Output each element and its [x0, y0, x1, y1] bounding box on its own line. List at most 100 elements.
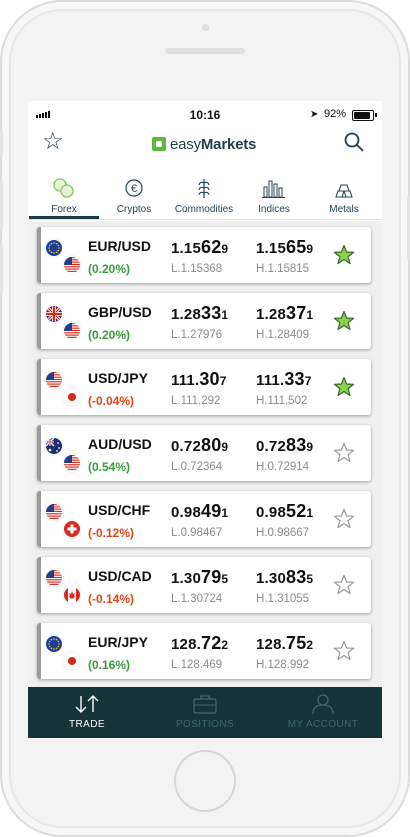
bid-price-fraction: 9: [221, 242, 229, 256]
ask-price-pips: 33: [284, 369, 305, 389]
favorite-star-outline-icon[interactable]: [333, 508, 355, 530]
nav-label: TRADE: [69, 719, 105, 730]
tab-metals[interactable]: Metals: [309, 167, 379, 219]
us-flag-icon: [46, 504, 62, 520]
day-high: H.111.502: [256, 395, 308, 407]
user-icon: [312, 694, 334, 715]
instrument-row[interactable]: USD/JPY (-0.04%) 111.307 111.337 L.111.292 H.…: [37, 359, 371, 415]
jp-flag-icon: [64, 389, 80, 405]
pair-name: USD/CAD: [88, 568, 152, 584]
bid-price[interactable]: 0.72809: [171, 435, 228, 456]
briefcase-icon: [193, 695, 217, 714]
us-flag-icon: [64, 257, 80, 273]
ask-price-fraction: 7: [304, 374, 312, 388]
ask-price[interactable]: 0.98521: [256, 501, 313, 522]
daily-change: (-0.14%): [88, 592, 135, 606]
ask-price-prefix: 1.30: [256, 570, 286, 587]
ask-price[interactable]: 111.337: [256, 369, 312, 390]
nav-my-account[interactable]: MY ACCOUNT: [264, 687, 382, 738]
ask-price-prefix: 111.: [256, 372, 285, 389]
nav-trade[interactable]: TRADE: [28, 687, 146, 738]
silent-switch: [0, 130, 3, 156]
ask-price[interactable]: 1.28371: [256, 303, 313, 324]
pair-name: EUR/USD: [88, 238, 152, 254]
home-button[interactable]: [174, 750, 236, 812]
ask-price-pips: 52: [286, 501, 307, 521]
daily-change: (-0.12%): [88, 526, 135, 540]
tab-label: Indices: [258, 204, 290, 215]
ask-price-fraction: 1: [306, 506, 314, 520]
bid-price-pips: 33: [201, 303, 222, 323]
tab-forex[interactable]: Forex: [29, 167, 99, 219]
ask-price[interactable]: 128.752: [256, 633, 313, 654]
favorite-star-filled-icon[interactable]: [333, 244, 355, 266]
instrument-row[interactable]: EUR/JPY (0.16%) 128.722 128.752 L.128.469 H.1…: [37, 623, 371, 679]
battery-icon: [352, 110, 377, 121]
favorite-star-outline-icon[interactable]: [333, 574, 355, 596]
eu-flag-icon: [46, 636, 62, 652]
bid-price[interactable]: 1.30795: [171, 567, 228, 588]
tab-commodities[interactable]: Commodities: [169, 167, 239, 219]
row-accent-bar: [37, 557, 41, 613]
day-low: L.1.15368: [171, 263, 223, 275]
bid-price-prefix: 128.: [171, 636, 201, 653]
ask-price[interactable]: 1.15659: [256, 237, 313, 258]
instrument-row[interactable]: USD/CAD (-0.14%) 1.30795 1.30835 L.1.30724 H.…: [37, 557, 371, 613]
ask-price-prefix: 0.72: [256, 438, 286, 455]
bid-price-fraction: 1: [221, 308, 229, 322]
tab-indices[interactable]: Indices: [239, 167, 309, 219]
ask-price-fraction: 1: [306, 308, 314, 322]
instrument-row[interactable]: EUR/USD (0.20%) 1.15629 1.15659 L.1.15368 H.1…: [37, 227, 371, 283]
bid-price[interactable]: 111.307: [171, 369, 227, 390]
gold-bars-icon: [335, 184, 353, 198]
category-tabs: Forex € Cryptos Commodities Indices Meta…: [28, 167, 382, 220]
nav-label: POSITIONS: [175, 719, 235, 730]
easymarkets-logo: easyMarkets: [152, 136, 256, 153]
favorite-star-outline-icon[interactable]: [333, 640, 355, 662]
bid-price-prefix: 1.28: [171, 306, 201, 323]
ask-price-pips: 83: [286, 567, 307, 587]
ask-price[interactable]: 0.72839: [256, 435, 313, 456]
bid-price[interactable]: 128.722: [171, 633, 228, 654]
volume-down-button: [0, 244, 3, 294]
phone-frame: 10:16 ➤ 92% ☆ easyMarkets Forex € Crypto…: [0, 0, 410, 837]
bid-price[interactable]: 1.15629: [171, 237, 228, 258]
logo-mark-icon: [152, 137, 166, 151]
nav-positions[interactable]: POSITIONS: [146, 687, 264, 738]
day-high: H.0.72914: [256, 461, 310, 473]
day-high: H.1.15815: [256, 263, 310, 275]
instrument-row[interactable]: USD/CHF (-0.12%) 0.98491 0.98521 L.0.98467 H.…: [37, 491, 371, 547]
us-flag-icon: [64, 323, 80, 339]
bid-price[interactable]: 0.98491: [171, 501, 228, 522]
bid-price-prefix: 1.30: [171, 570, 201, 587]
favorite-star-filled-icon[interactable]: [333, 376, 355, 398]
bar-chart-icon: [262, 180, 285, 198]
day-low: L.0.72364: [171, 461, 223, 473]
pair-name: EUR/JPY: [88, 634, 148, 650]
eu-flag-icon: [46, 240, 62, 256]
row-accent-bar: [37, 359, 41, 415]
bid-price-pips: 72: [201, 633, 222, 653]
ask-price[interactable]: 1.30835: [256, 567, 313, 588]
ask-price-fraction: 9: [306, 242, 314, 256]
jp-flag-icon: [64, 653, 80, 669]
ask-price-prefix: 1.28: [256, 306, 286, 323]
bid-price-fraction: 7: [219, 374, 227, 388]
pair-name: AUD/USD: [88, 436, 152, 452]
bottom-navigation: TRADE POSITIONS MY ACCOUNT: [28, 687, 382, 738]
ask-price-prefix: 128.: [256, 636, 286, 653]
bid-price[interactable]: 1.28331: [171, 303, 228, 324]
ask-price-fraction: 9: [306, 440, 314, 454]
favorite-star-filled-icon[interactable]: [333, 310, 355, 332]
search-icon[interactable]: [344, 132, 364, 152]
favorite-star-outline-icon[interactable]: [333, 442, 355, 464]
instrument-row[interactable]: AUD/USD (0.54%) 0.72809 0.72839 L.0.72364 H.0…: [37, 425, 371, 481]
favorites-star-icon[interactable]: ☆: [42, 130, 64, 154]
us-flag-icon: [64, 455, 80, 471]
ask-price-fraction: 5: [306, 572, 314, 586]
tab-cryptos[interactable]: € Cryptos: [99, 167, 169, 219]
wheat-icon: [198, 179, 210, 198]
location-arrow-icon: ➤: [310, 109, 319, 120]
instrument-row[interactable]: GBP/USD (0.20%) 1.28331 1.28371 L.1.27976 H.1…: [37, 293, 371, 349]
instrument-list[interactable]: EUR/USD (0.20%) 1.15629 1.15659 L.1.15368 H.1…: [28, 221, 382, 687]
